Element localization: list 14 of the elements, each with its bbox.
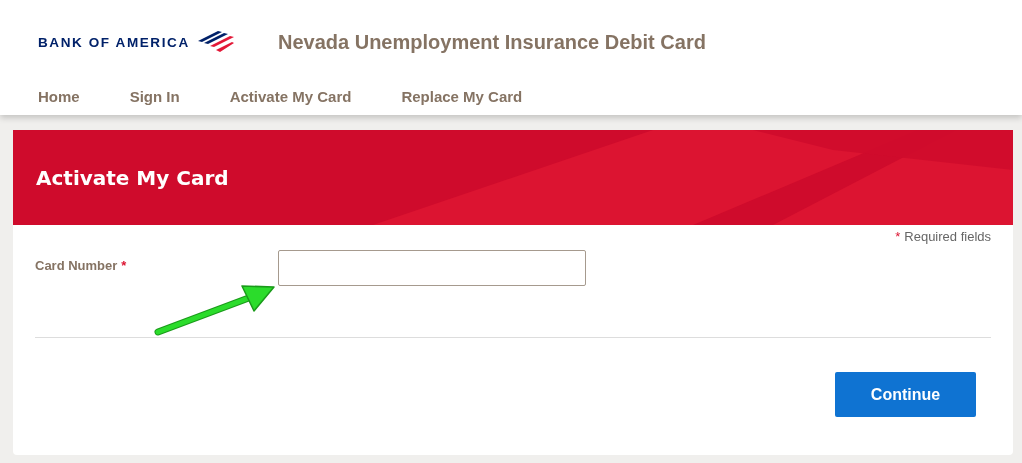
nav-link[interactable]: Sign In [129,88,180,105]
continue-button[interactable]: Continue [835,372,976,417]
pointer-arrow-icon [154,283,278,337]
nav-link[interactable]: Activate My Card [229,88,352,105]
site-title: Nevada Unemployment Insurance Debit Card [278,30,706,54]
required-mark: * [895,229,901,244]
nav-link[interactable]: Replace My Card [401,88,523,105]
required-mark: * [121,258,127,273]
field-label: Card Number [35,258,118,273]
required-note: Required fields [904,229,991,244]
nav-link[interactable]: Home [38,88,80,105]
page-heading: Activate My Card [36,165,229,190]
logo-text: BANK OF AMERICA [38,34,190,50]
card-number-field[interactable] [278,250,586,286]
